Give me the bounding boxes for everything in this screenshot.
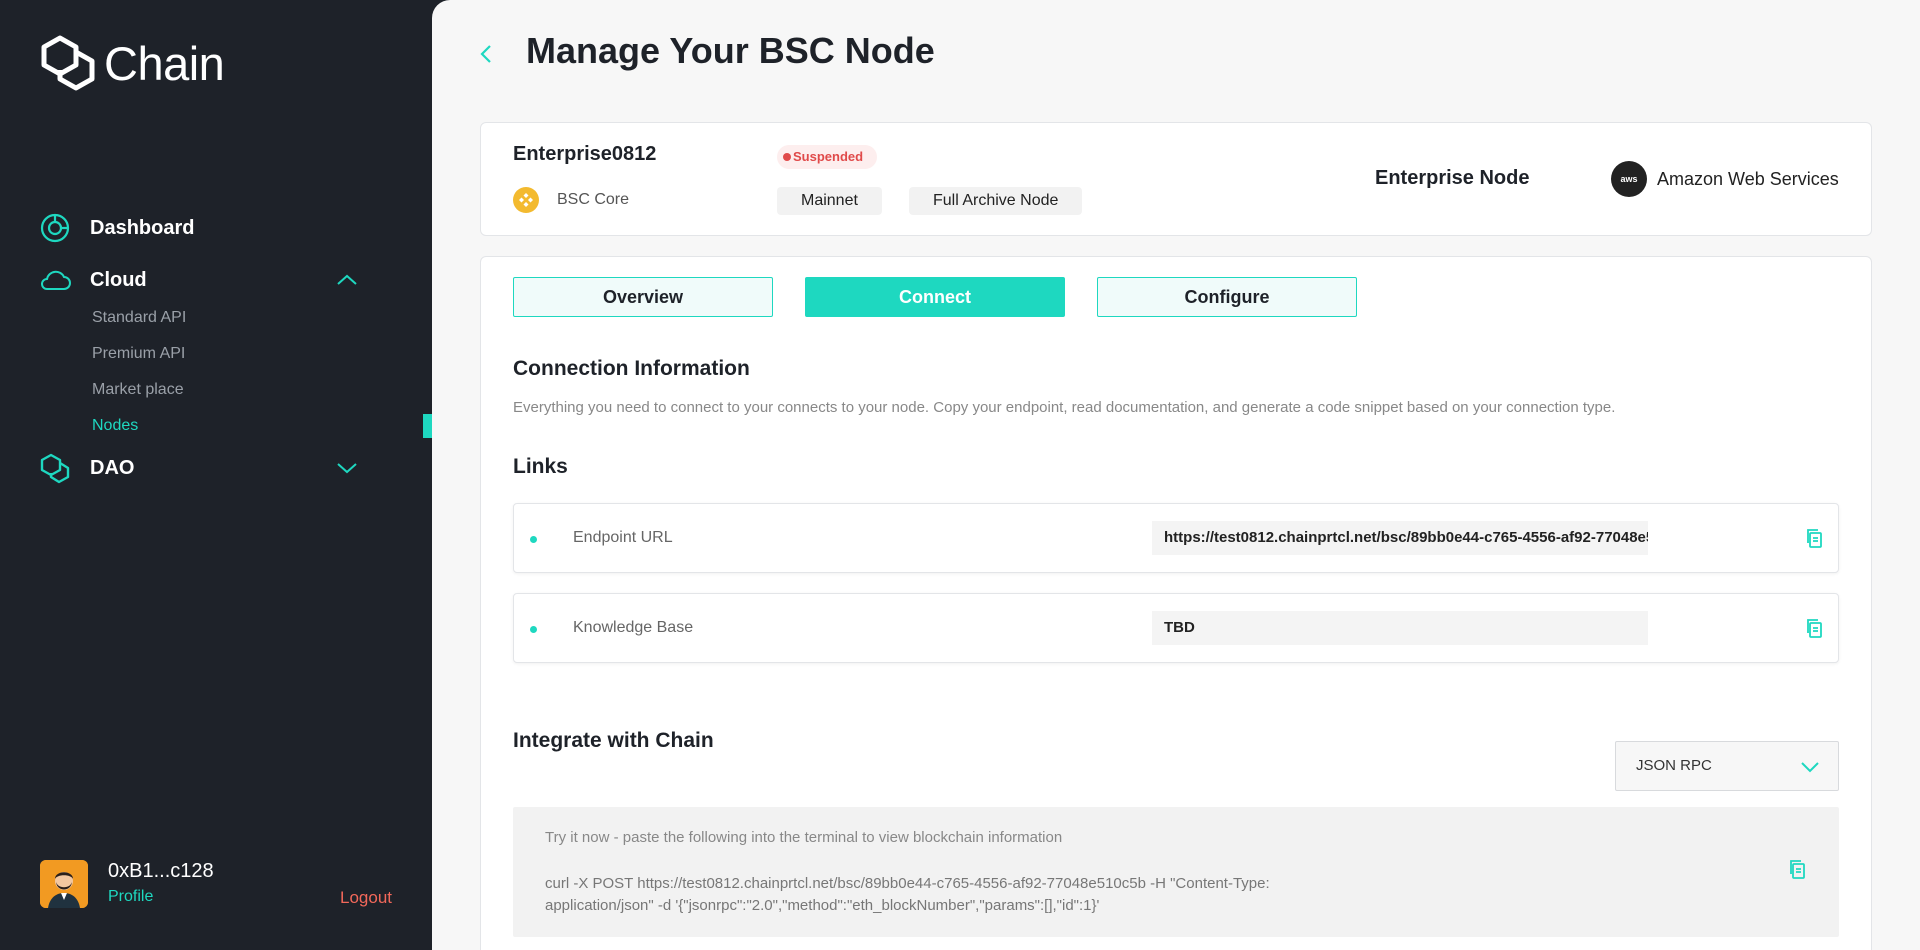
copy-icon[interactable] xyxy=(1806,528,1824,550)
tab-configure[interactable]: Configure xyxy=(1097,277,1357,317)
chain-name: BSC Core xyxy=(557,191,630,208)
main-content: Manage Your BSC Node Enterprise0812 Susp… xyxy=(432,0,1920,950)
bullet-icon xyxy=(530,626,537,633)
avatar[interactable] xyxy=(40,860,88,908)
node-tabs: Overview Connect Configure xyxy=(513,277,1357,317)
cloud-icon xyxy=(38,263,72,297)
bsc-icon xyxy=(513,187,539,213)
provider-name: Amazon Web Services xyxy=(1657,168,1839,189)
link-row-endpoint: Endpoint URL https://test0812.chainprtcl… xyxy=(513,503,1839,573)
back-arrow-icon[interactable] xyxy=(476,42,498,66)
sidebar-item-cloud[interactable]: Cloud xyxy=(38,260,358,300)
sidebar-item-dao[interactable]: DAO xyxy=(38,448,358,488)
chevron-down-icon[interactable] xyxy=(336,458,358,478)
link-name: Knowledge Base xyxy=(573,619,694,636)
select-value: JSON RPC xyxy=(1636,757,1712,774)
links-title: Links xyxy=(513,455,568,478)
sidebar-nav: Dashboard Cloud Standard API Premium API… xyxy=(38,208,358,488)
link-name: Endpoint URL xyxy=(573,529,673,546)
sidebar-subitem-nodes[interactable]: Nodes xyxy=(92,408,358,444)
node-summary-card: Enterprise0812 Suspended BSC Core Mainne… xyxy=(480,122,1872,236)
link-row-knowledge-base: Knowledge Base TBD xyxy=(513,593,1839,663)
connection-info-description: Everything you need to connect to your c… xyxy=(513,399,1616,416)
dashboard-icon xyxy=(38,211,72,245)
chain-logo[interactable]: Chain xyxy=(38,32,225,94)
user-panel: 0xB1...c128 Profile Logout xyxy=(40,860,392,910)
profile-link[interactable]: Profile xyxy=(108,888,153,906)
active-nav-indicator xyxy=(423,414,432,438)
chain-logo-icon xyxy=(41,35,95,91)
bullet-icon xyxy=(530,536,537,543)
node-type-pill: Full Archive Node xyxy=(909,187,1083,215)
wallet-address: 0xB1...c128 xyxy=(108,860,214,882)
endpoint-url-field[interactable]: https://test0812.chainprtcl.net/bsc/89bb… xyxy=(1152,521,1648,555)
dao-icon xyxy=(38,451,72,485)
code-snippet-box: Try it now - paste the following into th… xyxy=(513,807,1839,937)
connection-info-title: Connection Information xyxy=(513,357,750,380)
chevron-up-icon[interactable] xyxy=(336,270,358,290)
aws-logo-icon: aws xyxy=(1611,161,1647,197)
sidebar-subitem-standard-api[interactable]: Standard API xyxy=(92,300,358,336)
curl-command[interactable]: curl -X POST https://test0812.chainprtcl… xyxy=(545,873,1325,917)
sidebar-subitem-premium-api[interactable]: Premium API xyxy=(92,336,358,372)
sidebar-item-label: DAO xyxy=(90,456,135,479)
cloud-submenu: Standard API Premium API Market place No… xyxy=(92,300,358,444)
tab-overview[interactable]: Overview xyxy=(513,277,773,317)
chevron-down-icon xyxy=(1801,762,1819,773)
knowledge-base-field[interactable]: TBD xyxy=(1152,611,1648,645)
sidebar-item-label: Cloud xyxy=(90,268,147,291)
logout-link[interactable]: Logout xyxy=(340,888,392,908)
copy-icon[interactable] xyxy=(1806,618,1824,640)
integrate-title: Integrate with Chain xyxy=(513,729,714,752)
brand-name: Chain xyxy=(104,36,225,90)
sidebar-subitem-market-place[interactable]: Market place xyxy=(92,372,358,408)
page-title: Manage Your BSC Node xyxy=(526,30,935,71)
integration-type-select[interactable]: JSON RPC xyxy=(1615,741,1839,791)
network-pill: Mainnet xyxy=(777,187,882,215)
cloud-provider: aws Amazon Web Services xyxy=(1611,161,1839,197)
copy-icon[interactable] xyxy=(1789,859,1807,881)
sidebar-item-dashboard[interactable]: Dashboard xyxy=(38,208,358,248)
sidebar: Chain Dashboard Cloud Standard API Premi… xyxy=(0,0,432,950)
sidebar-item-label: Dashboard xyxy=(90,216,195,239)
node-name: Enterprise0812 xyxy=(513,143,657,165)
tab-connect[interactable]: Connect xyxy=(805,277,1065,317)
status-badge: Suspended xyxy=(777,145,878,169)
code-hint: Try it now - paste the following into th… xyxy=(545,829,1063,846)
node-tier: Enterprise Node xyxy=(1375,167,1530,189)
connect-panel: Overview Connect Configure Connection In… xyxy=(480,256,1872,950)
